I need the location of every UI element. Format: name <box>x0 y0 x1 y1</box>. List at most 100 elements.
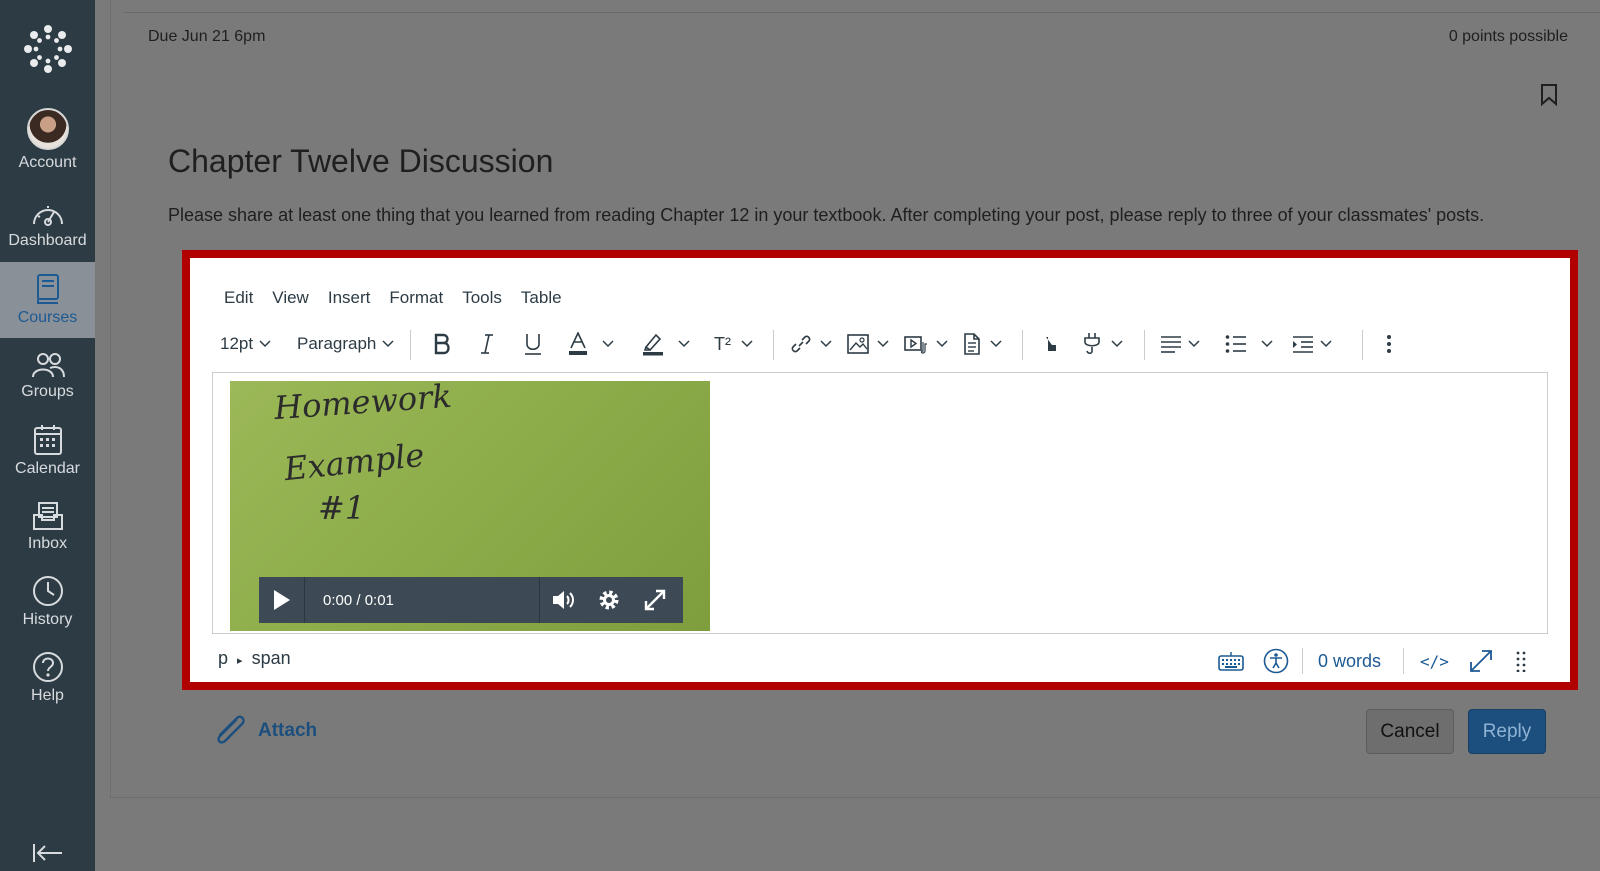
status-separator <box>1302 648 1303 674</box>
editor-statusbar: p ▸ span 0 words </> <box>218 646 1558 676</box>
keyboard-shortcuts-button[interactable] <box>1218 646 1244 676</box>
editor-toolbar: 12pt Paragraph T² <box>220 324 1560 364</box>
accessibility-icon <box>1263 648 1289 674</box>
global-navigation: Account Dashboard Courses Groups Calenda… <box>0 0 95 871</box>
nav-account-label: Account <box>18 154 77 171</box>
editor-content-area[interactable]: Homework Example #1 0:00 / 0:01 <box>212 372 1548 634</box>
fullscreen-button[interactable] <box>632 577 678 623</box>
media-button[interactable] <box>904 324 948 364</box>
underline-icon <box>525 334 541 355</box>
path-element-p[interactable]: p <box>218 648 228 668</box>
highlight-color-button[interactable] <box>642 324 690 364</box>
volume-button[interactable] <box>540 577 586 623</box>
path-element-span[interactable]: span <box>252 648 291 668</box>
nav-calendar[interactable]: Calendar <box>0 413 95 489</box>
bold-button[interactable] <box>432 324 452 364</box>
equation-button[interactable] <box>1042 324 1060 364</box>
nav-groups-label: Groups <box>21 383 74 400</box>
embedded-video[interactable]: Homework Example #1 0:00 / 0:01 <box>230 381 710 631</box>
superscript-button[interactable]: T² <box>714 324 753 364</box>
bookmark-icon <box>1541 84 1557 107</box>
resize-handle[interactable] <box>1516 646 1526 676</box>
toolbar-separator <box>410 330 411 360</box>
text-color-icon <box>569 332 587 355</box>
expand-icon <box>1470 650 1492 672</box>
chevron-down-icon <box>678 340 690 348</box>
chevron-down-icon <box>1188 340 1200 348</box>
chevron-down-icon <box>820 340 832 348</box>
video-text-line-3: #1 <box>318 489 366 527</box>
chevron-down-icon <box>990 340 1002 348</box>
reply-button[interactable]: Reply <box>1468 709 1546 754</box>
html-editor-button[interactable]: </> <box>1420 646 1449 676</box>
attach-button[interactable]: Attach <box>210 712 317 750</box>
bookmark-button[interactable] <box>1540 84 1558 111</box>
status-separator <box>1403 648 1404 674</box>
more-options-button[interactable] <box>1386 324 1392 364</box>
block-format-select[interactable]: Paragraph <box>297 324 394 364</box>
menu-edit[interactable]: Edit <box>224 288 253 308</box>
chevron-down-icon <box>602 340 614 348</box>
element-path[interactable]: p ▸ span <box>218 648 291 669</box>
list-button[interactable] <box>1225 324 1273 364</box>
dashboard-icon <box>32 206 63 226</box>
courses-icon <box>36 274 59 304</box>
volume-icon <box>553 591 574 609</box>
indent-icon <box>1293 336 1313 353</box>
document-button[interactable] <box>963 324 1002 364</box>
link-button[interactable] <box>790 324 832 364</box>
video-time: 0:00 / 0:01 <box>323 591 394 609</box>
fullscreen-icon <box>644 589 666 611</box>
nav-history-label: History <box>22 611 73 628</box>
underline-button[interactable] <box>523 324 543 364</box>
chevron-down-icon <box>1261 340 1273 348</box>
text-color-button[interactable] <box>568 324 614 364</box>
gear-icon <box>599 590 619 610</box>
apps-plugin-button[interactable] <box>1082 324 1123 364</box>
font-size-select[interactable]: 12pt <box>220 324 271 364</box>
menu-format[interactable]: Format <box>389 288 443 308</box>
groups-icon <box>31 353 65 378</box>
nav-inbox-label: Inbox <box>27 535 68 552</box>
indent-button[interactable] <box>1292 324 1332 364</box>
chevron-down-icon <box>1111 340 1123 348</box>
nav-groups[interactable]: Groups <box>0 338 95 414</box>
nav-inbox[interactable]: Inbox <box>0 489 95 565</box>
attach-label: Attach <box>258 720 318 741</box>
bullet-list-icon <box>1225 335 1246 353</box>
toolbar-separator <box>1362 330 1363 360</box>
page-title: Chapter Twelve Discussion <box>168 143 554 179</box>
collapse-nav-button[interactable] <box>0 838 95 868</box>
play-button[interactable] <box>259 577 305 623</box>
nav-account[interactable]: Account <box>0 102 95 178</box>
accessibility-checker-button[interactable] <box>1263 646 1289 676</box>
nav-courses[interactable]: Courses <box>0 262 95 338</box>
nav-help[interactable]: Help <box>0 640 95 716</box>
italic-button[interactable] <box>478 324 496 364</box>
canvas-logo[interactable] <box>0 14 95 84</box>
menu-view[interactable]: View <box>272 288 309 308</box>
chevron-down-icon <box>877 340 889 348</box>
menu-table[interactable]: Table <box>521 288 562 308</box>
path-separator-icon: ▸ <box>237 655 243 667</box>
avatar <box>26 108 69 150</box>
nav-dashboard[interactable]: Dashboard <box>0 187 95 263</box>
image-button[interactable] <box>847 324 889 364</box>
fullscreen-editor-button[interactable] <box>1468 646 1494 676</box>
settings-button[interactable] <box>586 577 632 623</box>
editor-menubar: Edit View Insert Format Tools Table <box>224 288 581 308</box>
align-button[interactable] <box>1160 324 1200 364</box>
word-count-button[interactable]: 0 words <box>1318 646 1381 676</box>
chevron-down-icon <box>1320 340 1332 348</box>
nav-history[interactable]: History <box>0 564 95 640</box>
menu-insert[interactable]: Insert <box>328 288 371 308</box>
chevron-down-icon <box>259 340 271 348</box>
image-icon <box>847 334 869 354</box>
align-left-icon <box>1161 336 1181 353</box>
chevron-down-icon <box>936 340 948 348</box>
menu-tools[interactable]: Tools <box>462 288 502 308</box>
video-text-line-1: Homework <box>272 381 453 428</box>
cancel-button[interactable]: Cancel <box>1366 709 1454 754</box>
font-size-value: 12pt <box>220 334 254 353</box>
rich-content-editor: Edit View Insert Format Tools Table 12pt… <box>182 250 1578 690</box>
